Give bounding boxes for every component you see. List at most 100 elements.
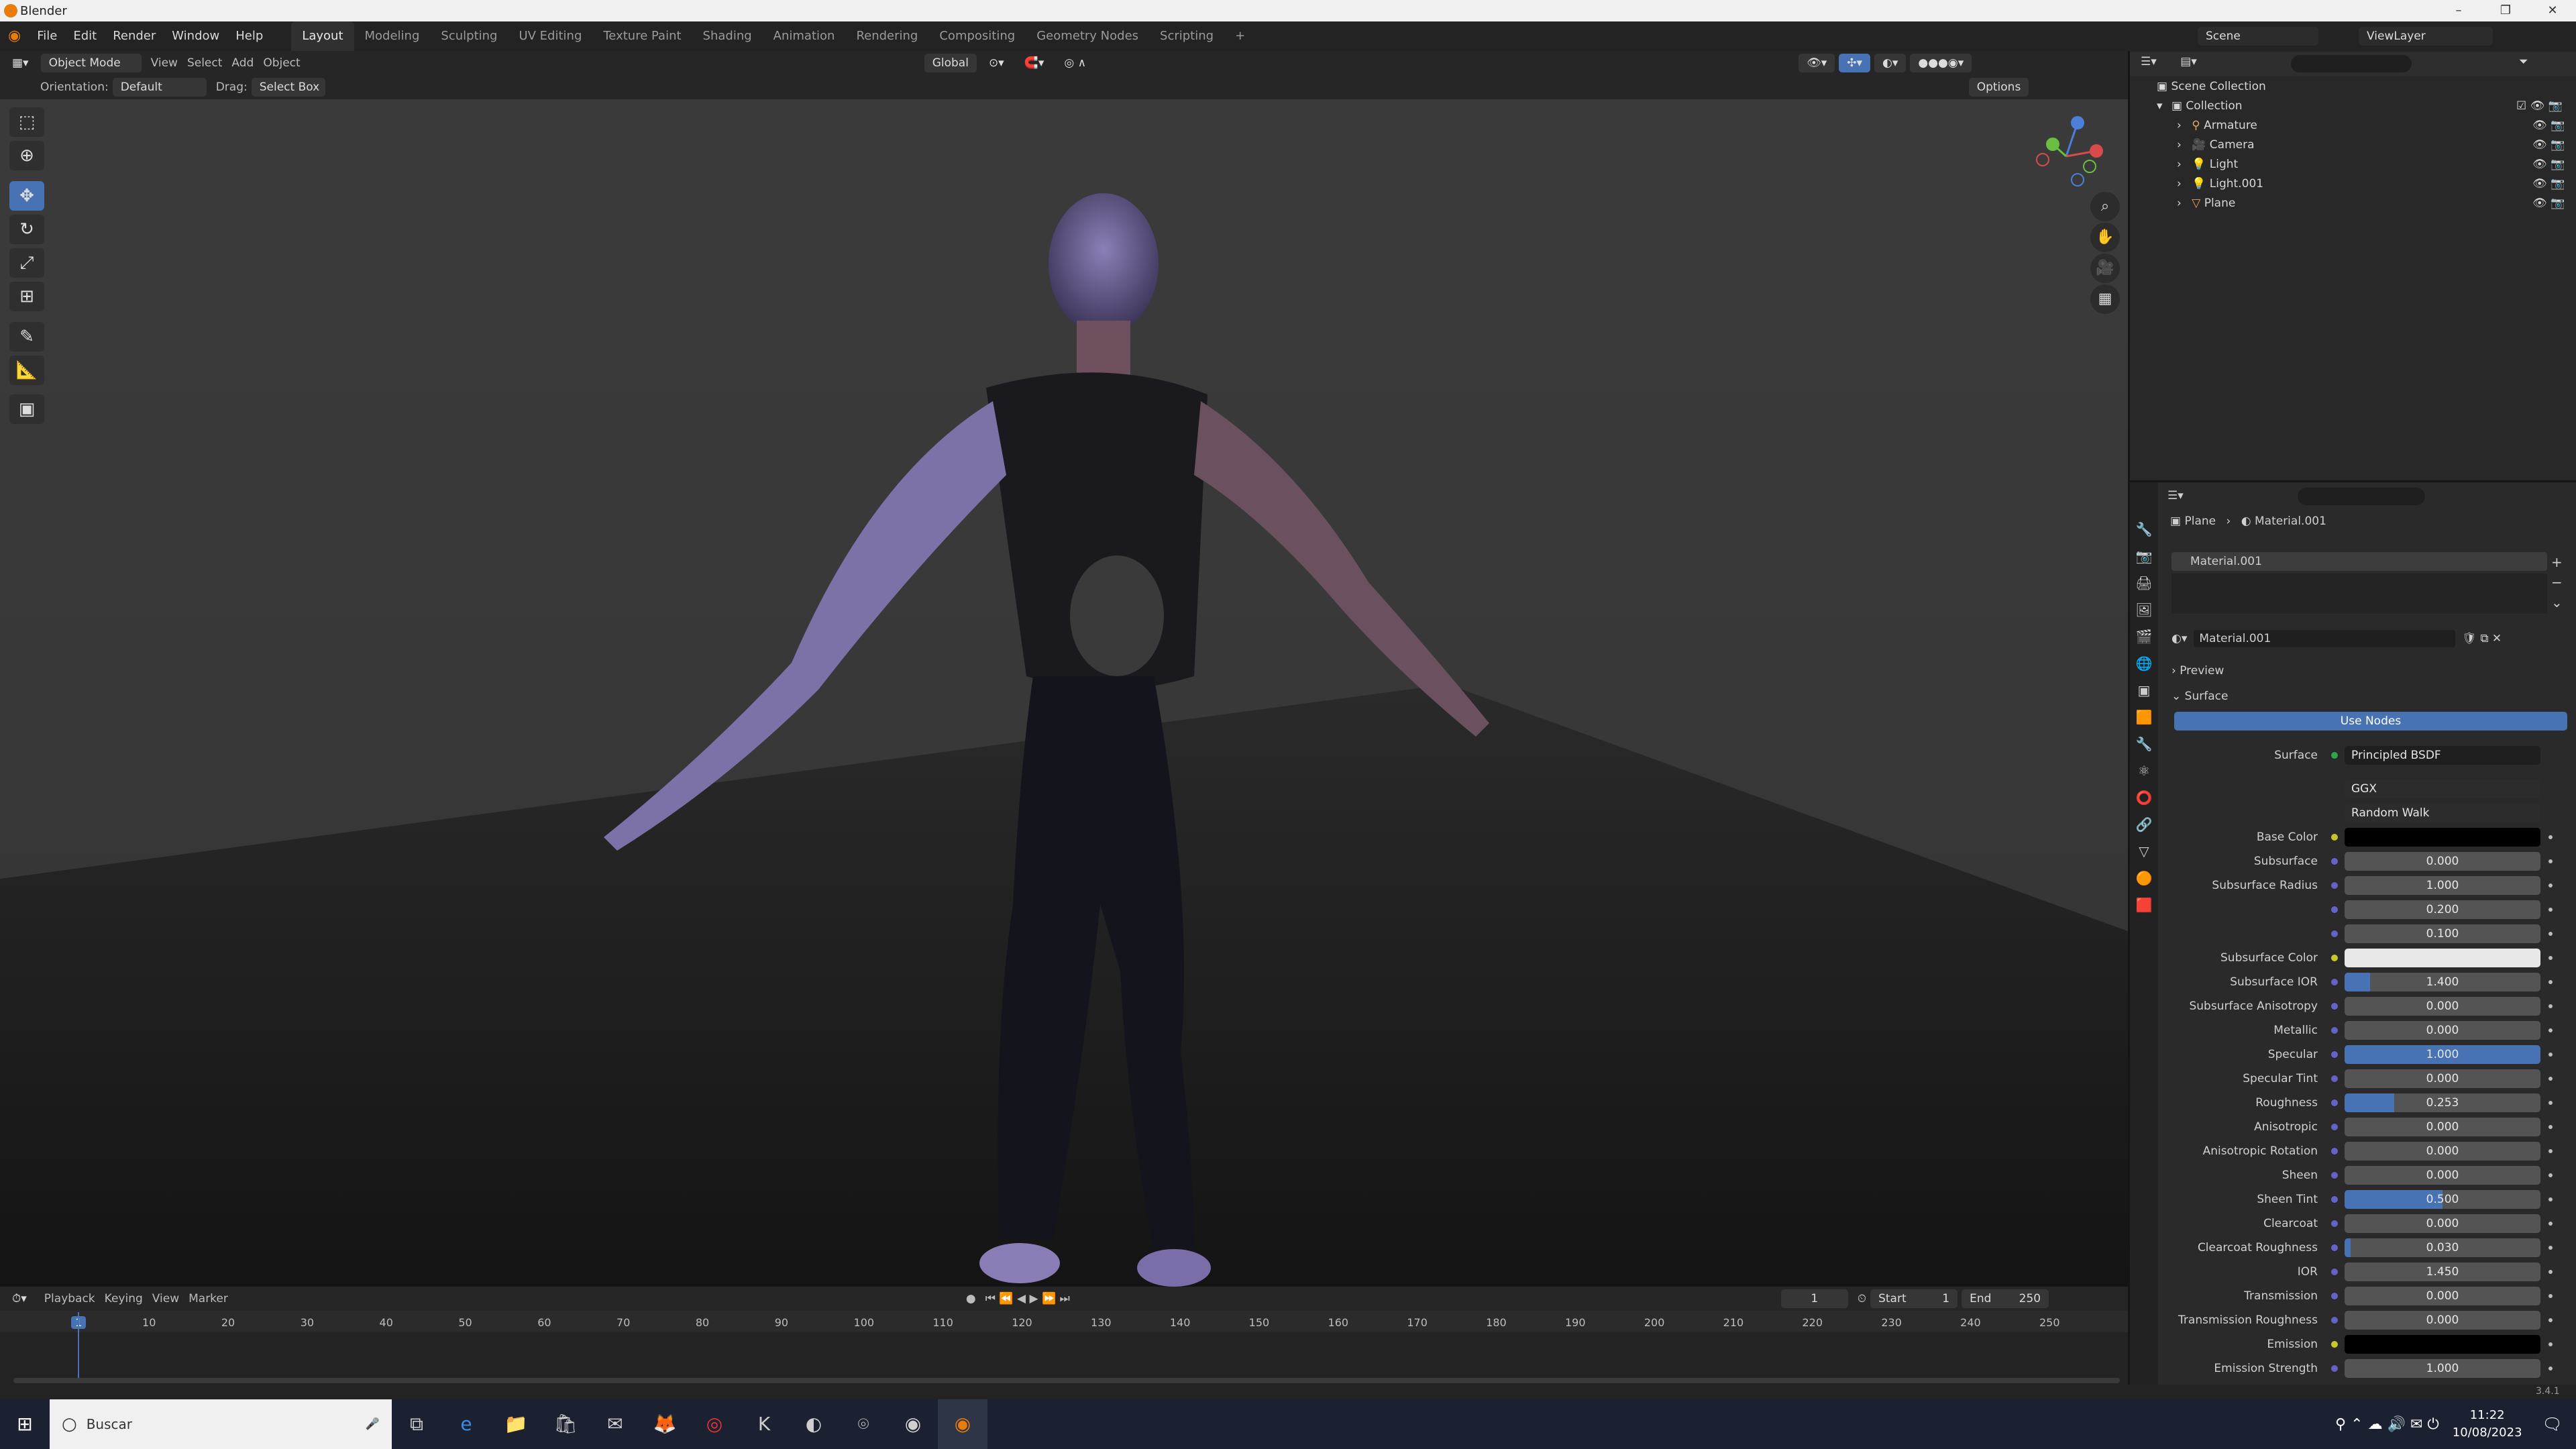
socket-icon[interactable] xyxy=(2331,1317,2338,1324)
outliner-row-scene-collection[interactable]: ▣ Scene Collection xyxy=(2130,77,2576,97)
clock[interactable]: 11:22 10/08/2023 xyxy=(2453,1407,2522,1442)
socket-icon[interactable] xyxy=(2331,1269,2338,1275)
select-box-icon[interactable]: ⬚ xyxy=(9,107,44,137)
keyframe-dot-icon[interactable] xyxy=(2548,1270,2553,1274)
socket-icon[interactable] xyxy=(2331,882,2338,889)
material-browse-icon[interactable]: ◐▾ xyxy=(2171,632,2187,645)
value-slider[interactable]: 0.500 xyxy=(2345,1190,2540,1209)
microphone-icon[interactable]: 🎤 xyxy=(366,1417,380,1431)
scene-selector[interactable]: Scene xyxy=(2198,27,2318,46)
menu-render[interactable]: Render xyxy=(105,21,164,51)
object-mode-dropdown[interactable]: Object Mode xyxy=(40,54,142,72)
keyframe-dot-icon[interactable] xyxy=(2548,1294,2553,1298)
maximize-icon[interactable]: ❐ xyxy=(2482,0,2529,21)
eye-icon[interactable]: 👁 📷 xyxy=(2532,136,2565,155)
add-workspace-icon[interactable]: + xyxy=(1224,21,1256,51)
3d-viewport[interactable]: ⌕ ✋ 🎥 ▦ xyxy=(0,99,2128,1287)
transform-orientation-dropdown[interactable]: Global xyxy=(924,54,977,72)
socket-icon[interactable] xyxy=(2331,979,2338,985)
playback-controls-icon[interactable]: ⏮ ⏪ ◀ ▶ ⏩ ⏭ xyxy=(985,1292,1070,1305)
keyframe-dot-icon[interactable] xyxy=(2548,1077,2553,1081)
socket-icon[interactable] xyxy=(2331,1148,2338,1155)
proportional-edit-icon[interactable]: ◎ ∧ xyxy=(1056,54,1094,72)
tab-sculpting[interactable]: Sculpting xyxy=(430,21,508,51)
minimize-icon[interactable]: – xyxy=(2435,0,2482,21)
socket-icon[interactable] xyxy=(2331,1003,2338,1010)
navigation-gizmo[interactable] xyxy=(2029,109,2103,190)
visibility-icon[interactable]: 👁▾ xyxy=(1799,54,1835,72)
outliner-row-collection[interactable]: ▾ ▣ Collection ☑ 👁 📷 xyxy=(2130,97,2576,116)
viewlayer-selector[interactable]: ViewLayer xyxy=(2359,27,2493,46)
socket-icon[interactable] xyxy=(2331,1244,2338,1251)
slot-add-remove-icon[interactable]: + − ⌄ xyxy=(2551,552,2563,612)
keyframe-dot-icon[interactable] xyxy=(2548,1197,2553,1201)
value-slider[interactable]: 0.100 xyxy=(2345,924,2540,943)
outliner-search-input[interactable] xyxy=(2291,55,2412,72)
start-frame-field[interactable]: Start 1 xyxy=(1870,1289,1958,1308)
socket-icon[interactable] xyxy=(2331,1027,2338,1034)
tab-modeling[interactable]: Modeling xyxy=(354,21,431,51)
task-view-icon[interactable]: ⧉ xyxy=(392,1399,441,1449)
close-icon[interactable]: ✕ xyxy=(2529,0,2576,21)
socket-icon[interactable] xyxy=(2331,930,2338,937)
value-slider[interactable]: 0.000 xyxy=(2345,1287,2540,1305)
surface-shader-dropdown[interactable]: Principled BSDF xyxy=(2345,746,2540,765)
socket-icon[interactable] xyxy=(2331,1220,2338,1227)
app-red-icon[interactable]: ◎ xyxy=(690,1399,739,1449)
keyframe-dot-icon[interactable] xyxy=(2548,980,2553,984)
value-slider[interactable]: 0.000 xyxy=(2345,1142,2540,1161)
eye-icon[interactable]: 👁 📷 xyxy=(2532,194,2565,213)
value-slider[interactable]: 0.000 xyxy=(2345,1311,2540,1330)
viewport-menu-view[interactable]: View xyxy=(151,56,178,70)
system-tray-icons[interactable]: ⚲ ⌃ ☁ 🔊 ✉ ⏻ xyxy=(2335,1416,2439,1433)
surface-panel-header[interactable]: ⌄ Surface xyxy=(2171,686,2574,706)
value-slider[interactable]: 0.000 xyxy=(2345,1021,2540,1040)
pivot-icon[interactable]: ⊙▾ xyxy=(981,54,1012,72)
notification-icon[interactable]: 🗨 xyxy=(2542,1415,2563,1434)
mail-icon[interactable]: ✉ xyxy=(590,1399,640,1449)
timeline-editor-icon[interactable]: ⏱▾ xyxy=(4,1289,35,1308)
keyframe-dot-icon[interactable] xyxy=(2548,1342,2553,1346)
keyframe-dot-icon[interactable] xyxy=(2548,1125,2553,1129)
taskbar-search[interactable]: ○ Buscar 🎤 xyxy=(50,1399,392,1449)
socket-icon[interactable] xyxy=(2331,955,2338,961)
outliner-row-camera[interactable]: › 🎥 Camera 👁 📷 xyxy=(2130,136,2576,155)
keyframe-dot-icon[interactable] xyxy=(2548,1318,2553,1322)
tab-compositing[interactable]: Compositing xyxy=(928,21,1026,51)
file-explorer-icon[interactable]: 📁 xyxy=(491,1399,541,1449)
eye-icon[interactable]: 👁 📷 xyxy=(2532,174,2565,194)
breadcrumb-material[interactable]: Material.001 xyxy=(2255,515,2326,528)
end-frame-field[interactable]: End 250 xyxy=(1962,1289,2049,1308)
material-actions-icon[interactable]: 🛡 ⧉ ✕ xyxy=(2462,632,2502,645)
socket-icon[interactable] xyxy=(2331,1099,2338,1106)
tab-animation[interactable]: Animation xyxy=(763,21,846,51)
material-name-field[interactable]: Material.001 xyxy=(2194,630,2456,647)
cursor-icon[interactable]: ⊕ xyxy=(9,141,44,170)
eye-icon[interactable]: 👁 📷 xyxy=(2532,155,2565,174)
orientation-dropdown[interactable]: Default xyxy=(112,78,207,97)
socket-icon[interactable] xyxy=(2331,1051,2338,1058)
menu-file[interactable]: File xyxy=(29,21,65,51)
overlay-toggle-icon[interactable]: ◐▾ xyxy=(1874,54,1907,72)
distribution-dropdown[interactable]: GGX xyxy=(2345,780,2540,798)
keyframe-dot-icon[interactable] xyxy=(2548,859,2553,863)
blender-menu-icon[interactable]: ◉ xyxy=(0,21,29,51)
socket-icon[interactable] xyxy=(2331,1365,2338,1372)
annotate-icon[interactable]: ✎ xyxy=(9,322,44,352)
tab-texture-paint[interactable]: Texture Paint xyxy=(592,21,692,51)
color-swatch[interactable] xyxy=(2345,949,2540,967)
socket-icon[interactable] xyxy=(2331,1172,2338,1179)
timeline-menu-playback[interactable]: Playback xyxy=(44,1292,95,1305)
outliner-editor-icon[interactable]: ☰▾ xyxy=(2141,55,2157,68)
keyframe-dot-icon[interactable] xyxy=(2548,1028,2553,1032)
add-cube-icon[interactable]: ▣ xyxy=(9,394,44,424)
blender-taskbar-icon[interactable]: ◉ xyxy=(938,1399,987,1449)
value-slider[interactable]: 1.000 xyxy=(2345,1045,2540,1064)
socket-icon[interactable] xyxy=(2331,1075,2338,1082)
keyframe-dot-icon[interactable] xyxy=(2548,1366,2553,1371)
firefox-icon[interactable]: 🦊 xyxy=(640,1399,690,1449)
material-slot-item[interactable]: Material.001 xyxy=(2171,552,2547,571)
expand-arrow-icon[interactable]: › xyxy=(2177,138,2182,152)
socket-icon[interactable] xyxy=(2331,1124,2338,1130)
value-slider[interactable]: 0.000 xyxy=(2345,997,2540,1016)
